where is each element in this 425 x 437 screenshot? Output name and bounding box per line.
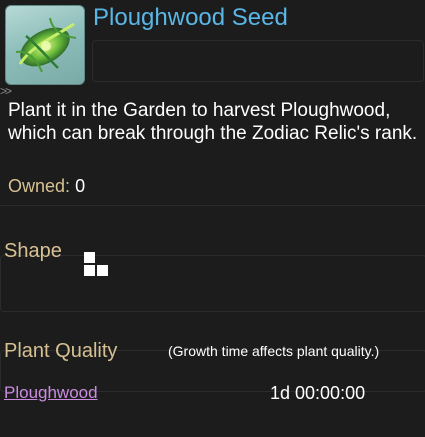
- owned-count: Owned: 0: [8, 175, 85, 197]
- plant-quality-label: Plant Quality: [4, 340, 118, 362]
- plant-link-ploughwood[interactable]: Ploughwood: [4, 383, 98, 403]
- owned-value: 0: [75, 176, 86, 196]
- plant-quality-note: (Growth time affects plant quality.): [168, 343, 380, 359]
- item-tooltip: Ploughwood Seed >> Plant it in the Garde…: [0, 0, 425, 437]
- item-name: Ploughwood Seed: [93, 4, 288, 31]
- seed-pod-icon: [5, 5, 85, 85]
- item-description: Plant it in the Garden to harvest Plough…: [8, 100, 418, 144]
- growth-time: 1d 00:00:00: [270, 383, 366, 403]
- shape-label: Shape: [4, 240, 62, 262]
- chevron-right-icon: >>: [0, 84, 12, 98]
- shape-cell: [84, 252, 95, 263]
- shape-cell: [97, 265, 108, 276]
- owned-label: Owned:: [8, 176, 71, 196]
- shape-cell: [84, 265, 95, 276]
